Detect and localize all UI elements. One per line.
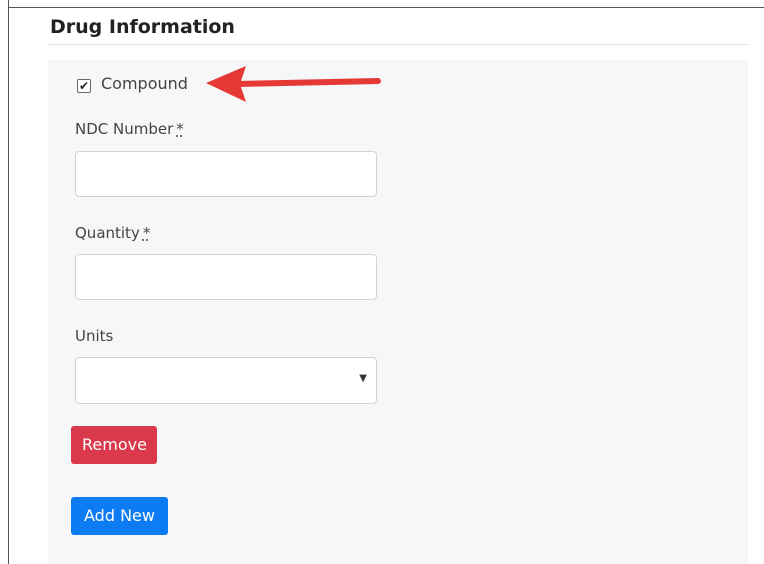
section-title: Drug Information [50, 16, 235, 38]
units-select[interactable]: ▼ [75, 357, 377, 404]
arrow-left-icon [206, 66, 381, 102]
window-border-top [8, 0, 764, 8]
compound-label: Compound [101, 74, 188, 93]
page: Drug Information ✔ Compound NDC Number * … [0, 0, 764, 564]
required-marker: * [142, 224, 151, 242]
check-icon: ✔ [78, 79, 90, 93]
ndc-number-input[interactable] [75, 151, 377, 197]
section-divider [48, 44, 748, 45]
remove-button[interactable]: Remove [71, 426, 157, 464]
compound-checkbox[interactable]: ✔ [77, 79, 91, 93]
quantity-input[interactable] [75, 254, 377, 300]
caret-down-icon: ▼ [359, 373, 367, 384]
required-marker: * [176, 120, 184, 138]
units-label: Units [75, 327, 114, 345]
add-new-button[interactable]: Add New [71, 497, 168, 535]
quantity-label-text: Quantity [75, 224, 140, 242]
window-border-left [8, 7, 9, 564]
quantity-label: Quantity * [75, 224, 150, 242]
ndc-number-label: NDC Number * [75, 120, 184, 138]
ndc-number-label-text: NDC Number [75, 120, 174, 138]
